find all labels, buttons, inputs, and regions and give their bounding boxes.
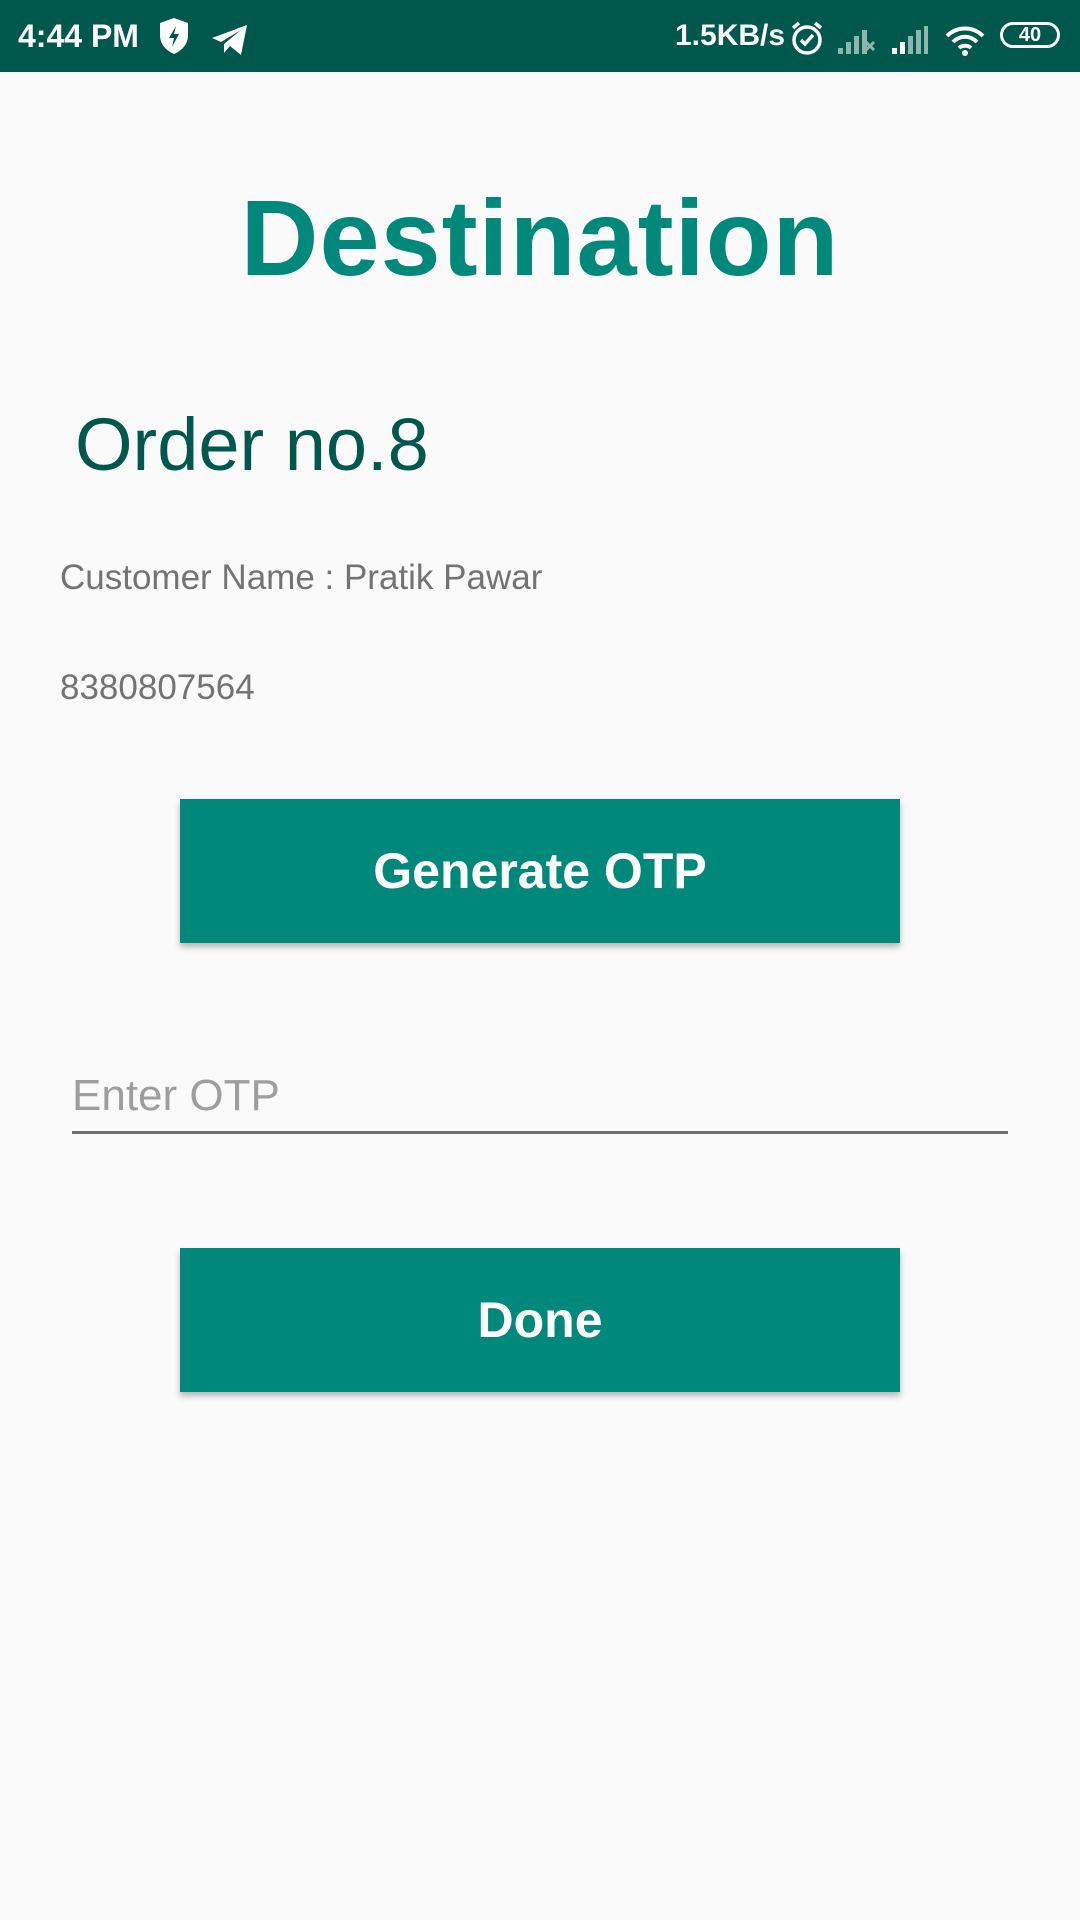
generate-otp-button[interactable]: Generate OTP (180, 799, 900, 943)
otp-input[interactable] (72, 1060, 1008, 1134)
battery-icon: 40 (1000, 22, 1060, 48)
status-time: 4:44 PM (18, 18, 139, 54)
telegram-icon (212, 25, 247, 55)
alarm-icon (791, 21, 823, 55)
signal-icon (892, 26, 928, 54)
battery-level: 40 (1018, 24, 1042, 46)
status-bar: 4:44 PM 1.5KB/s 40 (0, 0, 1080, 72)
page-title: Destination (240, 177, 840, 298)
network-speed: 1.5KB/s (675, 19, 786, 52)
done-button[interactable]: Done (180, 1248, 900, 1392)
customer-name: Customer Name : Pratik Pawar (60, 558, 543, 597)
customer-phone: 8380807564 (60, 668, 255, 707)
signal-no-service-icon (838, 30, 876, 54)
shield-icon (160, 18, 188, 54)
wifi-icon (945, 26, 985, 56)
order-number: Order no.8 (75, 403, 429, 486)
